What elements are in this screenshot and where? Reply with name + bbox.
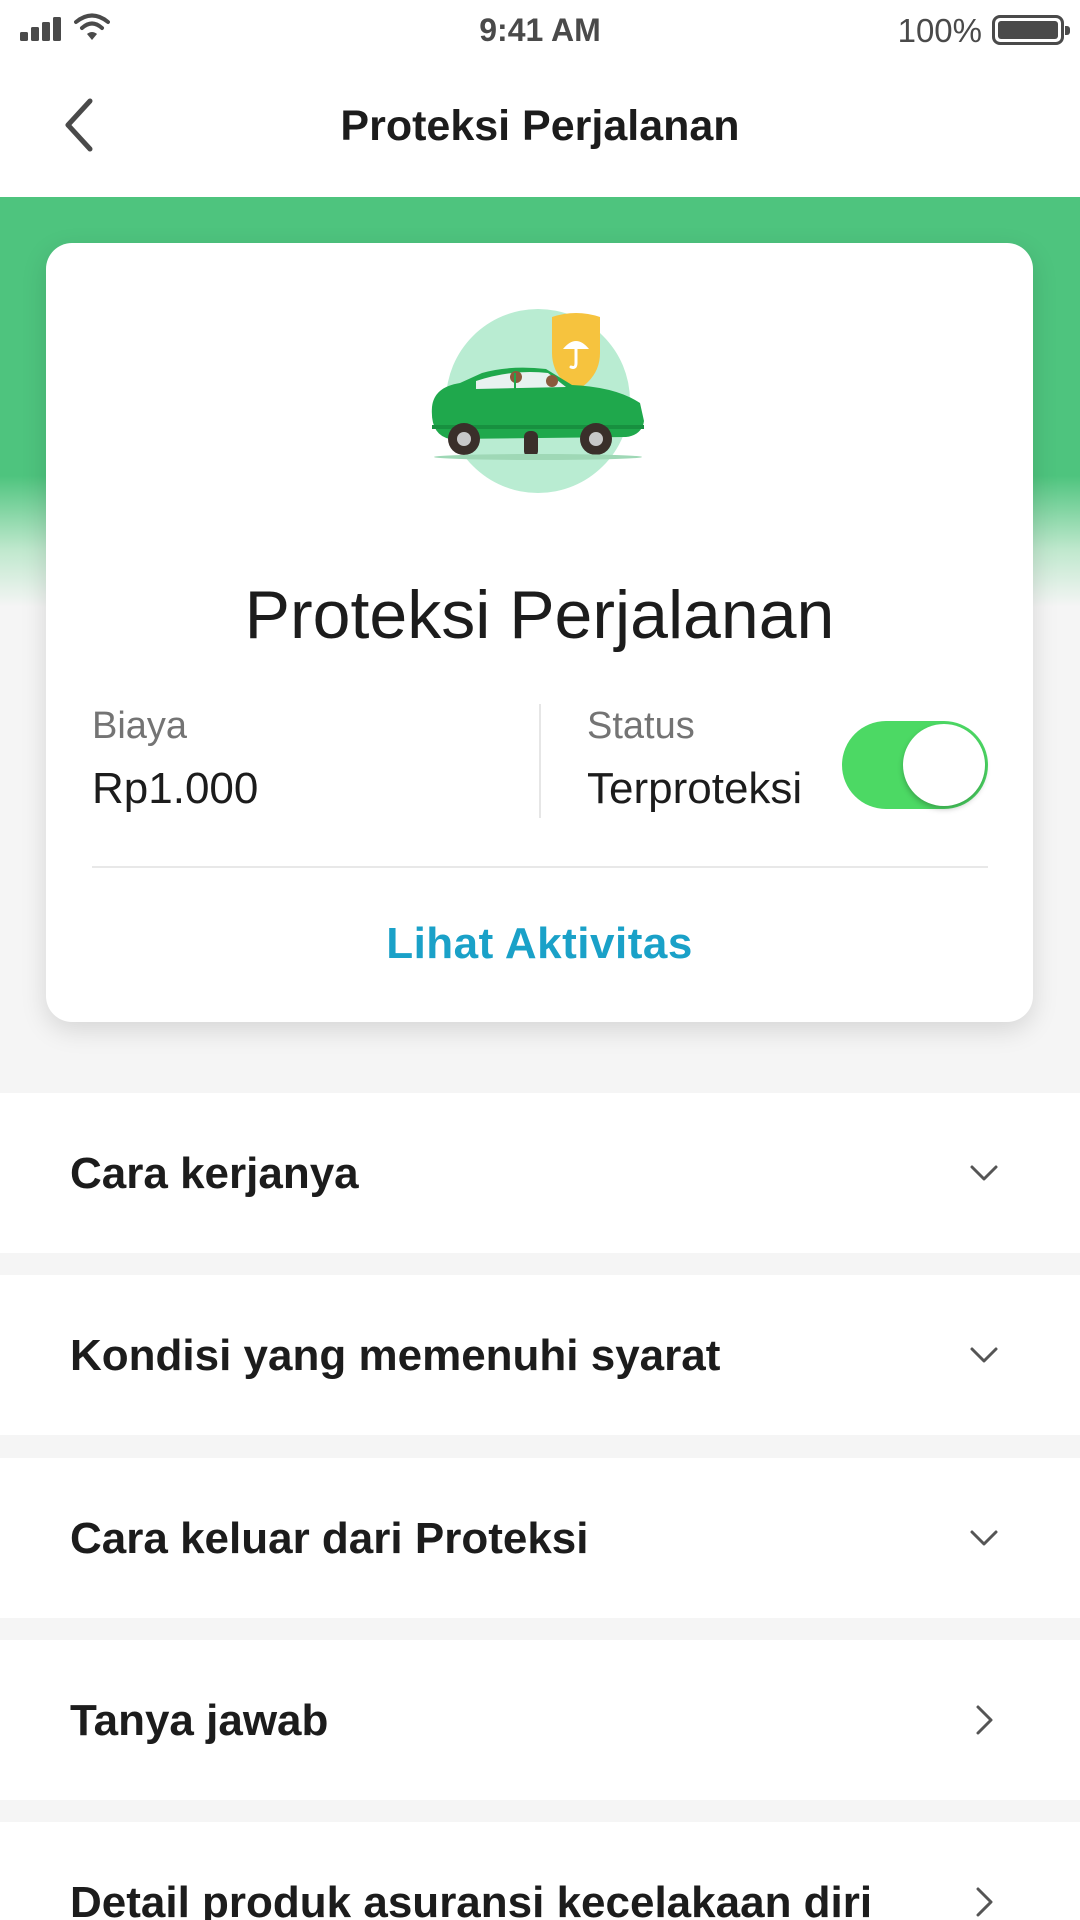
app-bar: Proteksi Perjalanan (0, 62, 1080, 197)
protection-toggle[interactable] (842, 721, 988, 809)
chevron-down-icon (970, 1165, 998, 1181)
battery-icon (992, 15, 1070, 45)
section-label: Detail produk asuransi kecelakaan diri (70, 1878, 873, 1920)
card-title: Proteksi Perjalanan (244, 577, 835, 653)
section-label: Kondisi yang memenuhi syarat (70, 1331, 721, 1380)
chevron-right-icon (976, 1887, 993, 1917)
page-title: Proteksi Perjalanan (340, 102, 740, 150)
status-value: Terproteksi (587, 764, 803, 813)
chevron-down-icon (970, 1347, 998, 1363)
section-label: Tanya jawab (70, 1696, 329, 1745)
section-how-to-exit[interactable]: Cara keluar dari Proteksi (0, 1458, 1080, 1618)
view-activity-link[interactable]: Lihat Aktivitas (46, 919, 1033, 969)
toggle-knob (903, 724, 985, 806)
protection-card: Proteksi Perjalanan Biaya Rp1.000 Status… (46, 243, 1033, 1022)
section-faq[interactable]: Tanya jawab (0, 1640, 1080, 1800)
status-label: Status (587, 705, 695, 747)
chevron-right-icon (976, 1705, 993, 1735)
cost-value: Rp1.000 (92, 764, 259, 813)
battery-percent: 100% (897, 12, 982, 49)
horizontal-divider (92, 866, 988, 868)
section-how-it-works[interactable]: Cara kerjanya (0, 1093, 1080, 1253)
screen: 9:41 AM 100% Proteksi Perjalanan Proteks… (0, 0, 1080, 1920)
vertical-divider (539, 704, 541, 818)
section-label: Cara keluar dari Proteksi (70, 1514, 589, 1563)
section-label: Cara kerjanya (70, 1149, 359, 1198)
cost-label: Biaya (92, 705, 188, 747)
chevron-down-icon (970, 1530, 998, 1546)
car-with-umbrella-shield-illustration (431, 309, 644, 493)
section-eligibility[interactable]: Kondisi yang memenuhi syarat (0, 1275, 1080, 1435)
section-product-details[interactable]: Detail produk asuransi kecelakaan diri (0, 1822, 1080, 1920)
status-bar: 9:41 AM 100% (0, 0, 1080, 62)
